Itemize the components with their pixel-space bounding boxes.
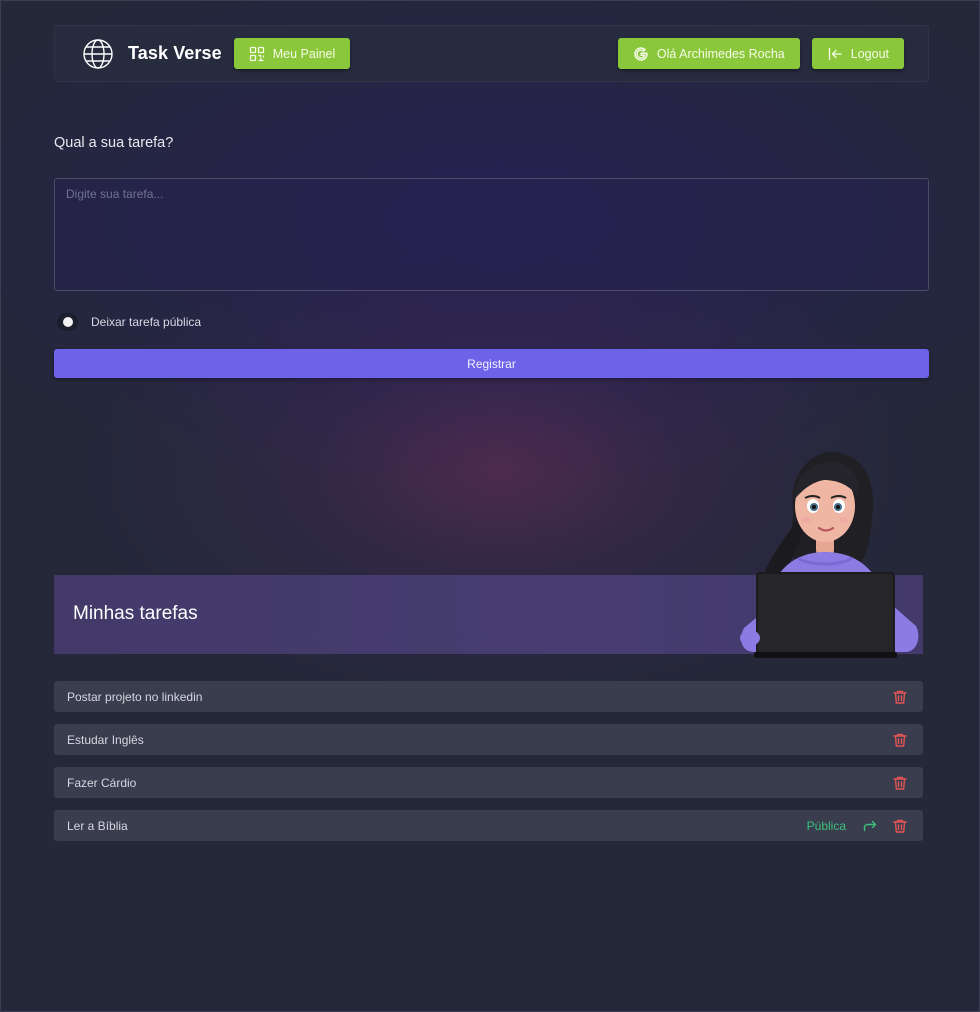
task-text: Estudar Inglês [67,732,144,747]
task-row: Fazer Cárdio [54,767,923,798]
task-input[interactable] [54,178,929,291]
task-question-heading: Qual a sua tarefa? [54,135,174,151]
qr-grid-icon [249,46,264,61]
globe-icon[interactable] [82,38,114,70]
trash-icon[interactable] [892,818,908,834]
public-toggle-label: Deixar tarefa pública [91,315,202,329]
task-text: Postar projeto no linkedin [67,689,203,704]
task-row: Ler a Bíblia Pública [54,810,923,841]
my-tasks-title: Minhas tarefas [73,603,198,624]
task-row: Postar projeto no linkedin [54,681,923,712]
user-greeting-button[interactable]: Olá Archimedes Rocha [617,38,800,69]
logout-button[interactable]: Logout [811,38,904,69]
meu-painel-button[interactable]: Meu Painel [233,38,351,69]
logout-label: Logout [850,46,889,61]
share-icon[interactable] [862,818,878,834]
trash-icon[interactable] [892,732,908,748]
logout-arrow-icon [828,47,842,60]
top-navbar: Task Verse Meu Painel Olá Archimedes Roc… [54,25,929,82]
brand-title[interactable]: Task Verse [128,43,222,64]
toggle-knob [63,317,73,327]
public-toggle-row: Deixar tarefa pública [57,313,201,331]
public-badge: Pública [806,818,846,833]
girl-with-laptop-illustration [740,451,919,658]
public-toggle[interactable] [57,313,78,331]
trash-icon[interactable] [892,689,908,705]
task-text: Ler a Bíblia [67,818,128,833]
google-icon [634,46,648,61]
user-greeting-label: Olá Archimedes Rocha [656,46,785,61]
trash-icon[interactable] [892,775,908,791]
register-button[interactable]: Registrar [54,349,929,378]
task-text: Fazer Cárdio [67,775,137,790]
meu-painel-label: Meu Painel [272,46,336,61]
task-row: Estudar Inglês [54,724,923,755]
task-list: Postar projeto no linkedin Estudar Inglê… [54,681,923,853]
